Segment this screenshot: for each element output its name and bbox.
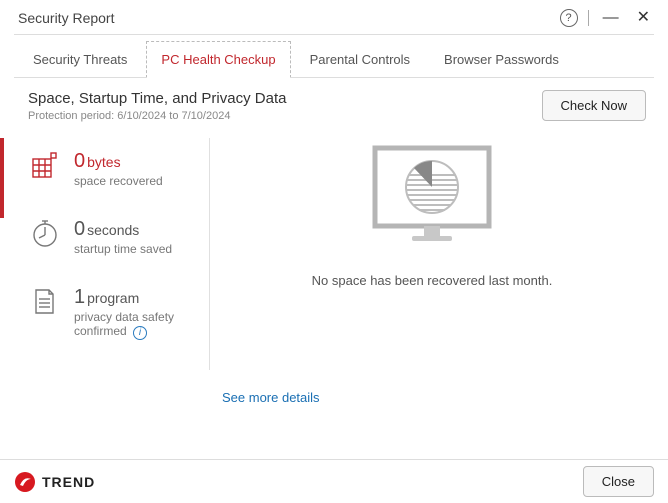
disk-space-icon: [30, 150, 60, 180]
protection-period: Protection period: 6/10/2024 to 7/10/202…: [28, 110, 286, 122]
divider: [14, 34, 654, 35]
startup-label: startup time saved: [74, 242, 172, 256]
minimize-button[interactable]: —: [599, 8, 623, 28]
trend-logo-icon: [14, 471, 36, 493]
window-title: Security Report: [18, 10, 114, 26]
tab-pc-health-checkup[interactable]: PC Health Checkup: [146, 41, 290, 78]
stopwatch-icon: [30, 218, 60, 248]
divider: [588, 10, 589, 26]
section-title: Space, Startup Time, and Privacy Data: [28, 90, 286, 107]
brand-logo: TREND: [14, 471, 95, 493]
monitor-illustration: [367, 142, 497, 255]
stat-space-recovered: 0bytes space recovered: [30, 150, 209, 188]
stat-privacy: 1program privacy data safety confirmed i: [30, 286, 209, 340]
document-icon: [30, 286, 60, 316]
help-icon[interactable]: ?: [560, 9, 578, 27]
info-icon[interactable]: i: [133, 326, 147, 340]
privacy-label: privacy data safety confirmed i: [74, 310, 209, 340]
tab-parental-controls[interactable]: Parental Controls: [295, 41, 425, 78]
stat-startup-time: 0seconds startup time saved: [30, 218, 209, 256]
tab-security-threats[interactable]: Security Threats: [18, 41, 142, 78]
tab-browser-passwords[interactable]: Browser Passwords: [429, 41, 574, 78]
privacy-unit: program: [87, 290, 139, 306]
status-message: No space has been recovered last month.: [312, 273, 553, 288]
privacy-value: 1: [74, 286, 85, 308]
close-window-button[interactable]: ✕: [633, 8, 654, 28]
startup-unit: seconds: [87, 222, 139, 238]
tab-bar: Security Threats PC Health Checkup Paren…: [0, 41, 668, 78]
see-more-details-link[interactable]: See more details: [222, 390, 320, 405]
space-value: 0: [74, 150, 85, 172]
accent-bar: [0, 138, 4, 218]
brand-name: TREND: [42, 474, 95, 490]
check-now-button[interactable]: Check Now: [542, 90, 646, 121]
startup-value: 0: [74, 218, 85, 240]
space-label: space recovered: [74, 174, 163, 188]
close-button[interactable]: Close: [583, 466, 654, 497]
space-unit: bytes: [87, 154, 120, 170]
